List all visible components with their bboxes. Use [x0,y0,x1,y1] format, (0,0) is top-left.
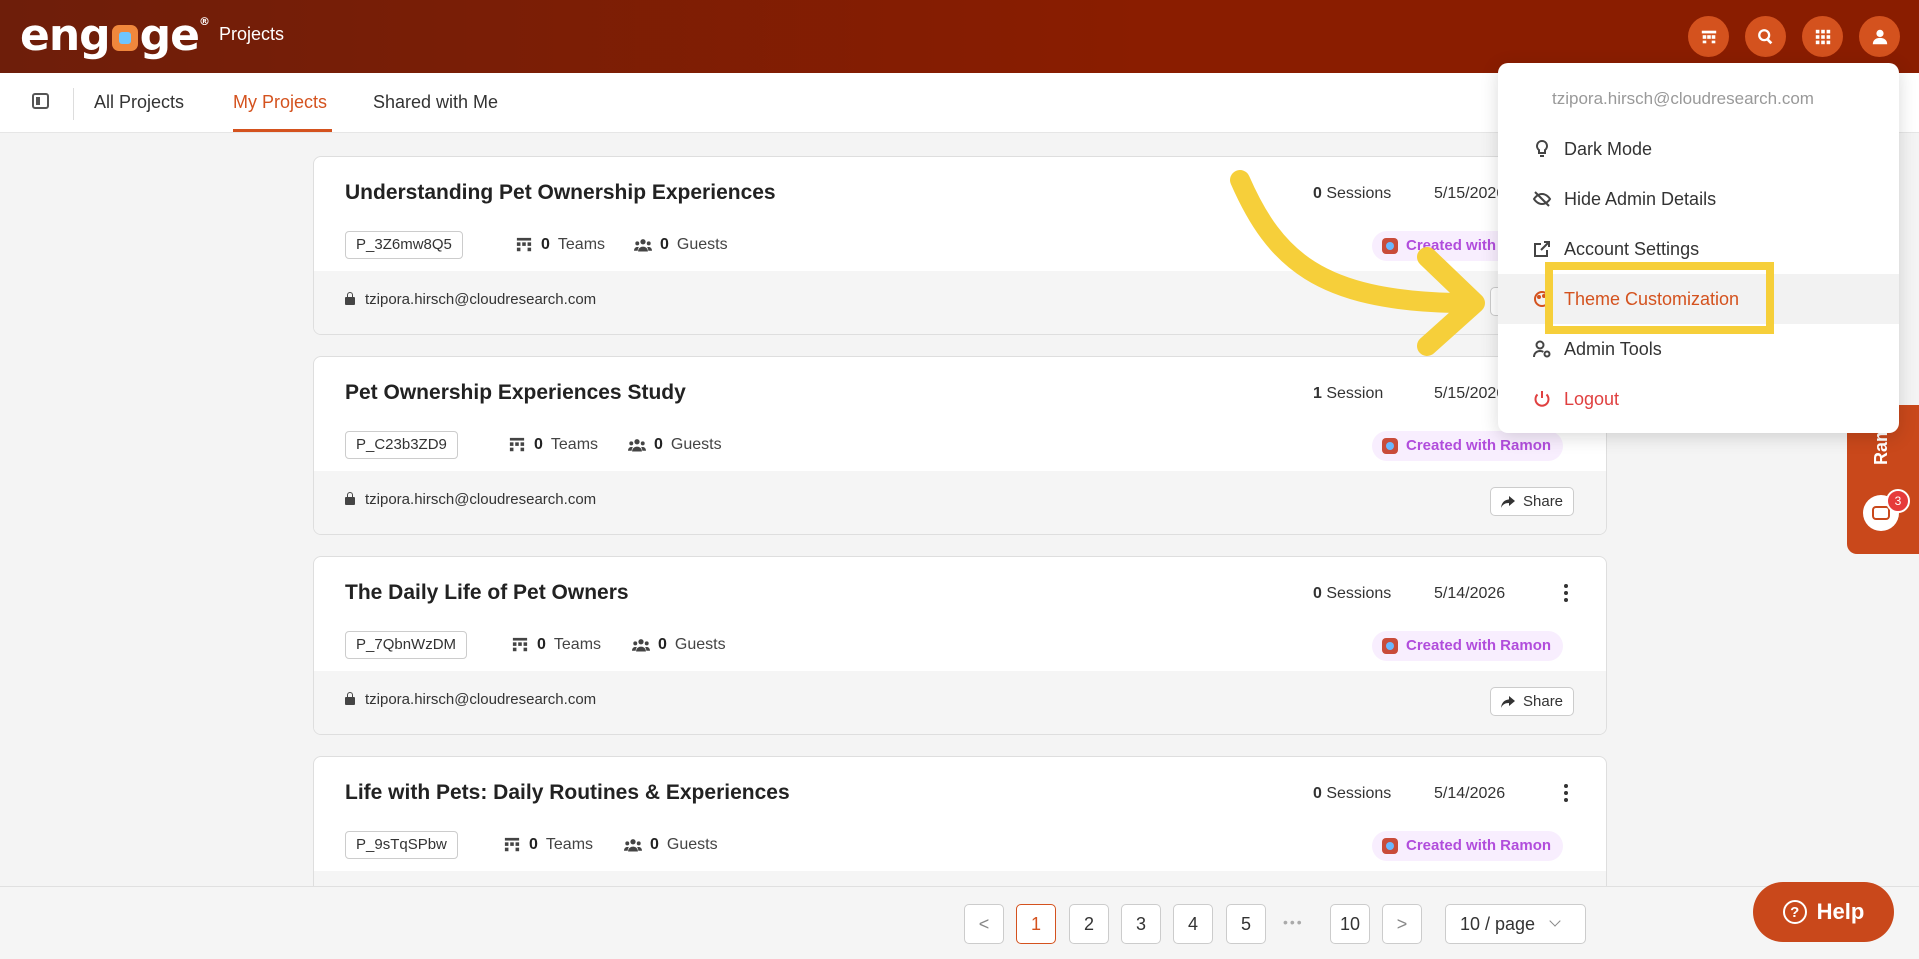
menu-item-hide-admin-details[interactable]: Hide Admin Details [1498,174,1899,224]
user-email: tzipora.hirsch@cloudresearch.com [1552,89,1814,108]
project-owner: tzipora.hirsch@cloudresearch.com [345,691,596,708]
eye-off-icon [1532,191,1552,207]
notification-badge: 3 [1886,489,1910,513]
project-card[interactable]: Pet Ownership Experiences Study 1 Sessio… [313,356,1607,535]
project-owner: tzipora.hirsch@cloudresearch.com [345,291,596,308]
page-4-button[interactable]: 4 [1173,904,1213,944]
pagination-bar: < 1 2 3 4 5 ••• 10 > 10 / page [0,886,1919,959]
sidebar-toggle-icon[interactable] [32,93,49,109]
created-with-ramon-badge: Created with Ramon [1372,631,1564,661]
team-icon [516,237,532,252]
annotation-highlight-box [1545,262,1774,334]
team-icon [509,437,525,452]
sessions-count: 0 Sessions [1313,785,1392,802]
project-date: 5/15/2026 [1434,385,1506,402]
project-date: 5/15/2026 [1434,185,1506,202]
sessions-count: 0 Sessions [1313,185,1392,202]
tab-all-projects[interactable]: All Projects [94,92,184,113]
card-footer: tzipora.hirsch@cloudresearch.com Share [314,671,1606,734]
team-icon[interactable] [1688,16,1729,57]
team-icon [504,837,520,852]
guests-count: 0 Guests [632,636,726,654]
created-with-ramon-badge: Created with Ramon [1372,431,1564,461]
guests-icon [628,439,646,452]
user-gear-icon [1533,340,1551,358]
project-date: 5/14/2026 [1434,785,1506,802]
card-footer: tzipora.hirsch@cloudresearch.com Share [314,471,1606,534]
team-icon [512,637,528,652]
teams-count: 0 Teams [508,436,598,454]
prev-page-button[interactable]: < [964,904,1004,944]
engage-logo[interactable]: eng ge ® [20,10,210,61]
divider [73,88,74,120]
ramon-icon [1382,838,1398,854]
created-with-ramon-badge: Created with Ramon [1372,831,1564,861]
more-options-icon[interactable] [1554,781,1578,805]
pagination-ellipsis[interactable]: ••• [1283,914,1304,930]
lock-icon [345,491,355,505]
teams-count: 0 Teams [503,836,593,854]
guests-count: 0 Guests [628,436,722,454]
project-id[interactable]: P_9sTqSPbw [345,831,458,859]
page-size-value: 10 / page [1460,913,1536,934]
share-button[interactable]: Share [1490,687,1575,716]
power-icon [1534,391,1550,407]
tab-shared-with-me[interactable]: Shared with Me [373,92,498,113]
ramon-icon [1382,238,1398,254]
project-title[interactable]: Life with Pets: Daily Routines & Experie… [345,781,790,805]
question-icon: ? [1782,900,1807,924]
chevron-down-icon [1549,915,1561,927]
page-1-button[interactable]: 1 [1016,904,1056,944]
teams-count: 0 Teams [515,236,605,254]
sessions-count: 1 Session [1313,385,1384,402]
page-2-button[interactable]: 2 [1069,904,1109,944]
ramon-icon [1382,638,1398,654]
help-label: Help [1816,899,1865,924]
page-size-select[interactable]: 10 / page [1445,904,1586,944]
search-icon[interactable] [1745,16,1786,57]
page-title: Projects [219,24,285,44]
project-date: 5/14/2026 [1434,585,1506,602]
project-id[interactable]: P_3Z6mw8Q5 [345,231,463,259]
ramon-icon [1382,438,1398,454]
external-link-icon [1534,241,1550,257]
project-title[interactable]: The Daily Life of Pet Owners [345,581,629,605]
user-menu: tzipora.hirsch@cloudresearch.com Dark Mo… [1498,63,1899,433]
lock-icon [345,291,355,305]
page-10-button[interactable]: 10 [1330,904,1370,944]
tab-my-projects[interactable]: My Projects [233,92,327,113]
more-options-icon[interactable] [1554,581,1578,605]
user-icon[interactable] [1859,16,1900,57]
sessions-count: 0 Sessions [1313,585,1392,602]
guests-icon [632,639,650,652]
project-id[interactable]: P_C23b3ZD9 [345,431,458,459]
guests-icon [624,839,642,852]
guests-count: 0 Guests [624,836,718,854]
apps-grid-icon[interactable] [1802,16,1843,57]
active-tab-indicator [233,129,332,132]
guests-icon [634,239,652,252]
project-card[interactable]: Understanding Pet Ownership Experiences … [313,156,1607,335]
bulb-icon [1536,139,1548,157]
guests-count: 0 Guests [634,236,728,254]
page-3-button[interactable]: 3 [1121,904,1161,944]
project-id[interactable]: P_7QbnWzDM [345,631,468,659]
lock-icon [345,691,355,705]
menu-item-dark-mode[interactable]: Dark Mode [1498,124,1899,174]
project-owner: tzipora.hirsch@cloudresearch.com [345,491,596,508]
project-card[interactable]: The Daily Life of Pet Owners 0 Sessions … [313,556,1607,735]
card-footer: tzipora.hirsch@cloudresearch.com Share [314,271,1606,334]
page-5-button[interactable]: 5 [1226,904,1266,944]
next-page-button[interactable]: > [1382,904,1422,944]
project-title[interactable]: Understanding Pet Ownership Experiences [345,181,776,205]
teams-count: 0 Teams [511,636,601,654]
help-button[interactable]: ? Help [1753,882,1894,942]
share-icon [1501,495,1515,508]
project-title[interactable]: Pet Ownership Experiences Study [345,381,686,405]
share-button[interactable]: Share [1490,487,1575,516]
menu-item-logout[interactable]: Logout [1498,374,1899,424]
share-icon [1501,695,1515,708]
